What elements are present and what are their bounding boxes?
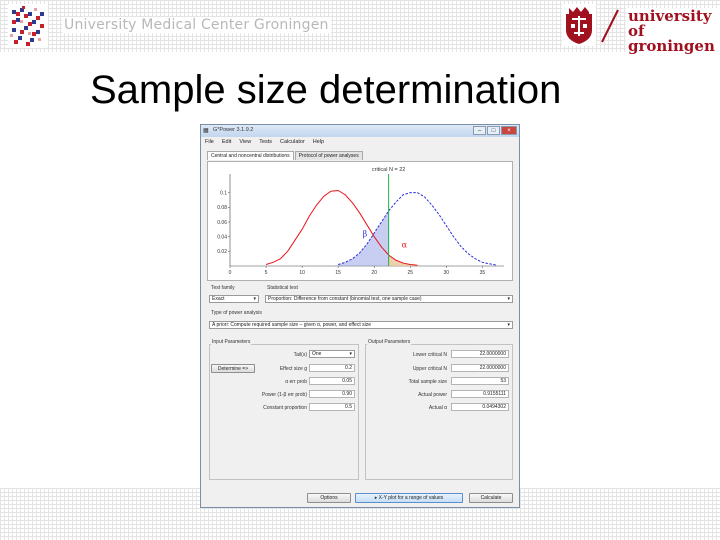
test-family-value: Exact bbox=[212, 296, 225, 302]
menu-file[interactable]: File bbox=[201, 138, 218, 147]
tab-strip: Central and noncentral distributions Pro… bbox=[207, 151, 364, 160]
distribution-plot: critical N = 22 0 5 10 15 20 25 30 35 0.1 0.08 0.06… bbox=[217, 167, 504, 276]
menu-tests[interactable]: Tests bbox=[255, 138, 276, 147]
window-titlebar[interactable]: ▦ G*Power 3.1.9.2 – □ × bbox=[201, 125, 519, 137]
maximize-button[interactable]: □ bbox=[487, 126, 500, 135]
calculate-button[interactable]: Calculate bbox=[469, 493, 513, 503]
x-tick-label: 20 bbox=[371, 270, 377, 276]
output-parameters-title: Output Parameters bbox=[367, 339, 412, 345]
tab-distributions[interactable]: Central and noncentral distributions bbox=[207, 151, 294, 160]
output-name: Lower critical N bbox=[412, 352, 447, 358]
menu-edit[interactable]: Edit bbox=[218, 138, 235, 147]
beta-label: β bbox=[363, 230, 368, 239]
university-name-line1: university of bbox=[628, 7, 712, 40]
power-type-select[interactable]: A priori: Compute required sample size –… bbox=[209, 321, 513, 329]
y-tick-label: 0.04 bbox=[217, 234, 227, 240]
chevron-down-icon: ▾ bbox=[507, 322, 510, 328]
x-tick-label: 15 bbox=[335, 270, 341, 276]
test-family-select[interactable]: Exact ▾ bbox=[209, 295, 259, 303]
university-crest-icon bbox=[562, 4, 596, 46]
options-button[interactable]: Options bbox=[307, 493, 351, 503]
param-name: Constant proportion bbox=[263, 405, 307, 411]
central-distribution-line bbox=[265, 189, 418, 266]
minimize-button[interactable]: – bbox=[473, 126, 486, 135]
power-type-label: Type of power analysis bbox=[211, 310, 262, 316]
x-tick-label: 5 bbox=[265, 270, 268, 276]
x-tick-label: 35 bbox=[480, 270, 486, 276]
statistical-test-label: Statistical test bbox=[267, 285, 298, 291]
menu-view[interactable]: View bbox=[235, 138, 255, 147]
app-icon: ▦ bbox=[203, 128, 209, 134]
gpower-window: ▦ G*Power 3.1.9.2 – □ × File Edit View T… bbox=[200, 124, 520, 508]
chevron-down-icon: ▾ bbox=[349, 351, 352, 357]
actual-power-output: 0.9155111 bbox=[451, 390, 509, 398]
x-tick-label: 0 bbox=[229, 270, 232, 276]
alpha-label: α bbox=[402, 241, 408, 250]
param-name: Tail(s) bbox=[293, 352, 307, 358]
total-sample-size-output: 53 bbox=[451, 377, 509, 385]
constant-proportion-input[interactable]: 0.5 bbox=[309, 403, 355, 411]
tails-value: One bbox=[312, 351, 322, 357]
param-name: Power (1-β err prob) bbox=[261, 392, 307, 398]
x-tick-label: 30 bbox=[444, 270, 450, 276]
umcg-logo-icon bbox=[8, 4, 48, 48]
x-tick-label: 10 bbox=[299, 270, 305, 276]
power-input[interactable]: 0.90 bbox=[309, 390, 355, 398]
tab-protocol[interactable]: Protocol of power analyses bbox=[294, 151, 363, 160]
xy-plot-button[interactable]: ▸ X-Y plot for a range of values bbox=[355, 493, 463, 503]
divider-slash-icon bbox=[601, 9, 619, 43]
output-name: Actual power bbox=[418, 392, 447, 398]
menu-calculator[interactable]: Calculator bbox=[276, 138, 309, 147]
output-name: Actual α bbox=[428, 405, 447, 411]
menu-help[interactable]: Help bbox=[309, 138, 328, 147]
test-family-label: Test family bbox=[211, 285, 235, 291]
upper-critical-n-output: 22.0000000 bbox=[451, 364, 509, 372]
y-tick-label: 0.1 bbox=[220, 190, 227, 196]
x-tick-label: 25 bbox=[407, 270, 413, 276]
university-name-line2: groningen bbox=[628, 37, 715, 55]
statistical-test-select[interactable]: Proportion: Difference from constant (bi… bbox=[265, 295, 513, 303]
output-name: Upper critical N bbox=[412, 366, 447, 372]
input-parameters-title: Input Parameters bbox=[211, 339, 252, 345]
effect-size-input[interactable]: 0.2 bbox=[309, 364, 355, 372]
window-title: G*Power 3.1.9.2 bbox=[213, 127, 254, 133]
lower-critical-n-output: 22.0000000 bbox=[451, 350, 509, 358]
statistical-test-value: Proportion: Difference from constant (bi… bbox=[268, 296, 422, 302]
output-name: Total sample size bbox=[408, 379, 447, 385]
alpha-input[interactable]: 0.05 bbox=[309, 377, 355, 385]
param-name: α err prob bbox=[285, 379, 307, 385]
menu-bar: File Edit View Tests Calculator Help bbox=[201, 138, 519, 147]
chevron-down-icon: ▾ bbox=[507, 296, 510, 302]
chevron-down-icon: ▾ bbox=[253, 296, 256, 302]
distribution-chart: critical N = 22 0 5 10 15 20 25 30 35 0.1 0.08 0.06… bbox=[207, 161, 513, 281]
y-tick-label: 0.06 bbox=[217, 220, 227, 226]
chart-title: critical N = 22 bbox=[372, 167, 405, 173]
org-name: University Medical Center Groningen bbox=[62, 17, 331, 33]
window-controls: – □ × bbox=[472, 126, 517, 135]
y-tick-label: 0.08 bbox=[217, 205, 227, 211]
xy-plot-label: X-Y plot for a range of values bbox=[378, 495, 444, 501]
slide-title: Sample size determination bbox=[90, 68, 562, 112]
determine-button[interactable]: Determine => bbox=[211, 364, 255, 373]
tails-select[interactable]: One ▾ bbox=[309, 350, 355, 358]
actual-alpha-output: 0.0494302 bbox=[451, 403, 509, 411]
close-button[interactable]: × bbox=[501, 126, 517, 135]
university-name: university of groningen bbox=[626, 8, 720, 55]
power-type-value: A priori: Compute required sample size –… bbox=[212, 322, 371, 328]
param-name: Effect size g bbox=[279, 366, 307, 372]
y-tick-label: 0.02 bbox=[217, 249, 227, 255]
